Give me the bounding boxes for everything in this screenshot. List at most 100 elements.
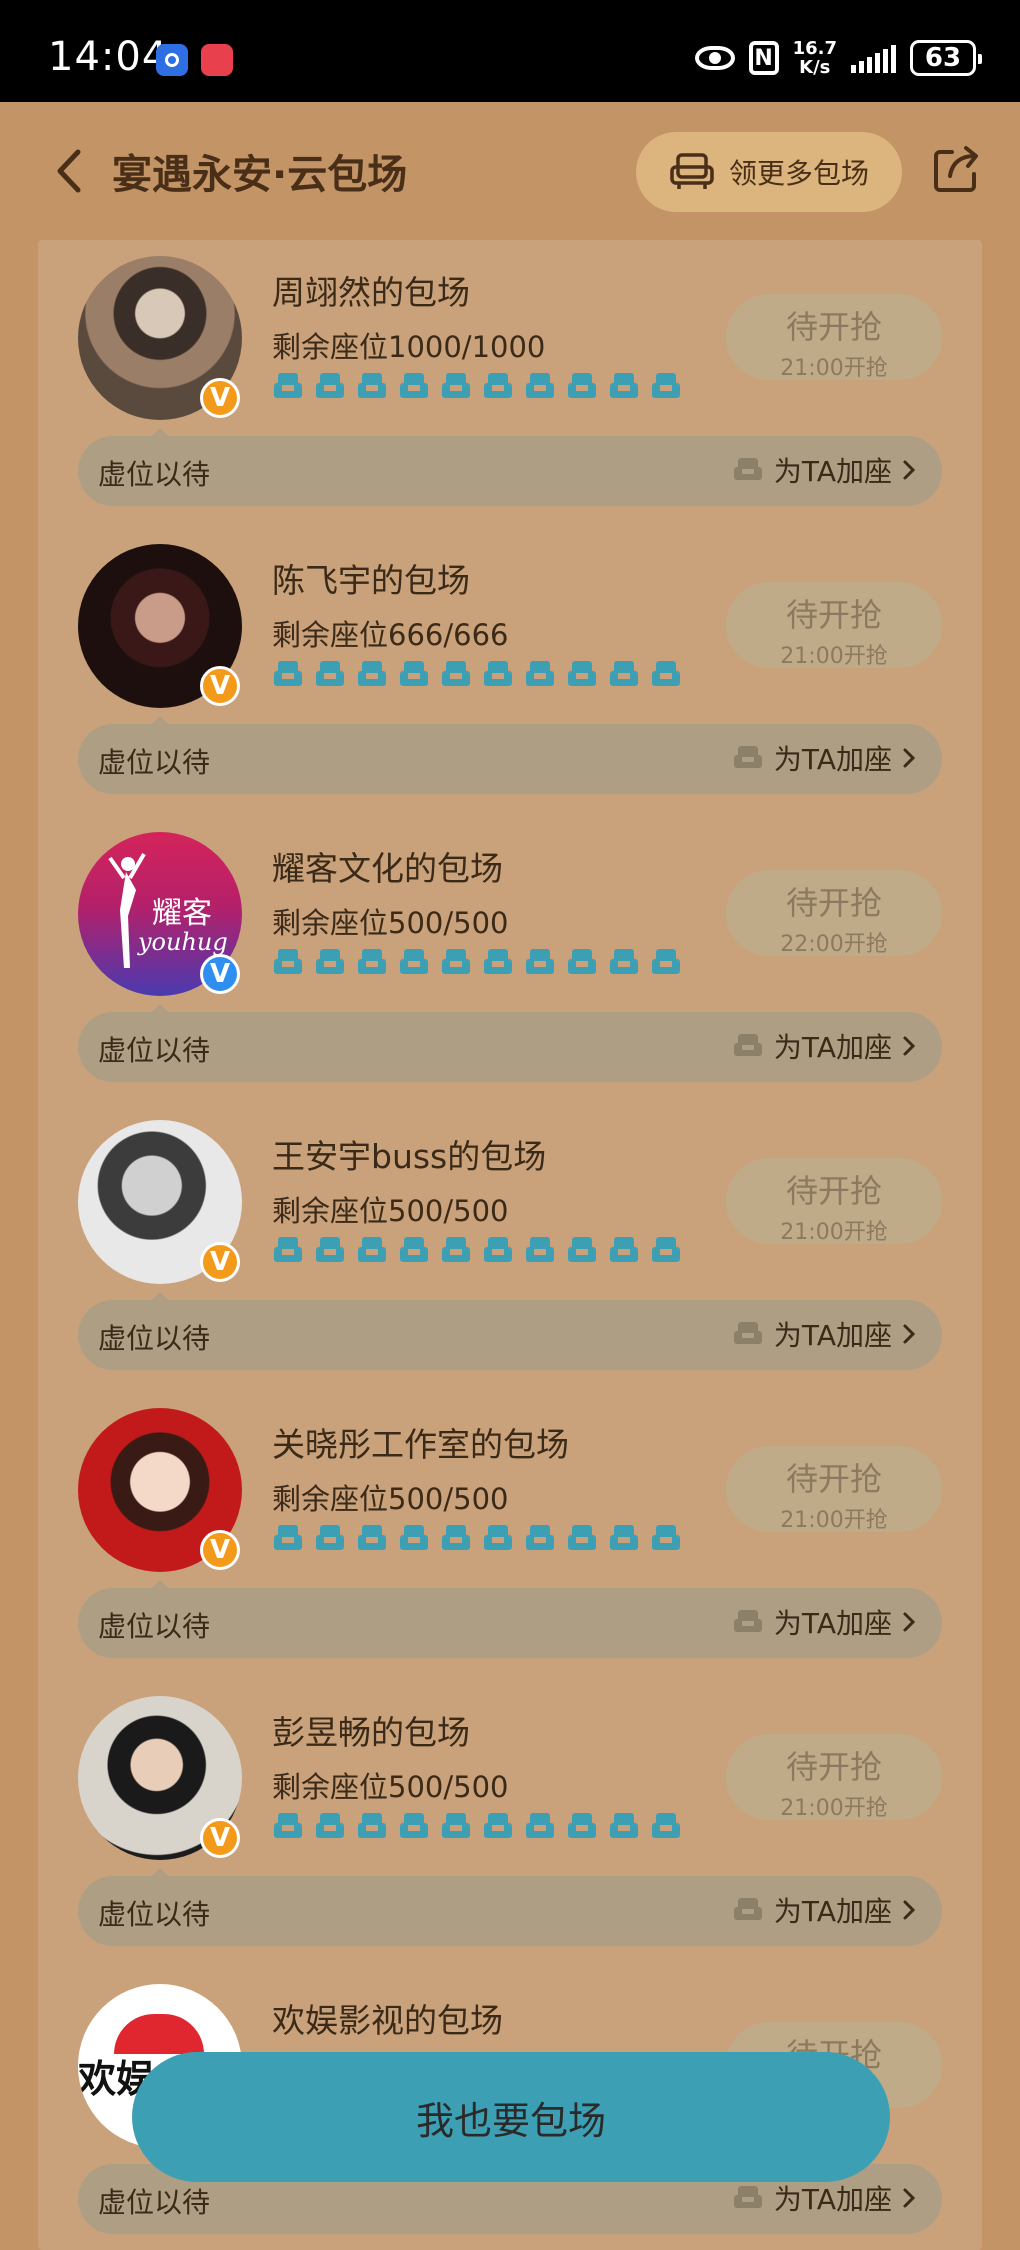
- seat-icon: [568, 1813, 596, 1838]
- seat-icon: [400, 661, 428, 686]
- status-bar: 14:04 N 16.7 K/s 63: [0, 0, 1020, 102]
- screening-card[interactable]: V 彭昱畅的包场 剩余座位500/500 待开抢 21:00开抢 虚位以待 为T…: [0, 1680, 1020, 1968]
- seat-icon: [442, 1237, 470, 1262]
- add-seat-bar[interactable]: 虚位以待 为TA加座: [78, 436, 942, 506]
- seat-icon: [733, 1034, 762, 1056]
- remaining-seats: 剩余座位500/500: [272, 1770, 509, 1804]
- chevron-right-icon: [903, 460, 916, 480]
- vacant-label: 虚位以待: [98, 458, 211, 491]
- add-seat-bar[interactable]: 虚位以待 为TA加座: [78, 1588, 942, 1658]
- grab-time: 21:00开抢: [780, 644, 888, 669]
- remaining-seats: 剩余座位500/500: [272, 1482, 509, 1516]
- add-seat-bar[interactable]: 虚位以待 为TA加座: [78, 1012, 942, 1082]
- card-title: 欢娱影视的包场: [272, 2001, 503, 2040]
- add-seat-link[interactable]: 为TA加座: [732, 450, 916, 490]
- remaining-seats: 剩余座位500/500: [272, 906, 509, 940]
- screening-card[interactable]: V 关晓彤工作室的包场 剩余座位500/500 待开抢 21:00开抢 虚位以待…: [0, 1392, 1020, 1680]
- grab-label: 待开抢: [785, 1460, 882, 1498]
- seat-icon: [400, 1525, 428, 1550]
- seat-icon: [526, 1525, 554, 1550]
- grab-button[interactable]: 待开抢 21:00开抢: [726, 1158, 942, 1245]
- seat-icon: [400, 373, 428, 398]
- vacant-label: 虚位以待: [98, 1610, 211, 1643]
- grab-time: 21:00开抢: [780, 1508, 888, 1533]
- nfc-icon: N: [748, 41, 779, 75]
- vacant-label: 虚位以待: [98, 1898, 211, 1931]
- chevron-right-icon: [903, 1612, 916, 1632]
- card-title: 关晓彤工作室的包场: [272, 1425, 569, 1464]
- network-speed-value: 16.7: [792, 38, 837, 59]
- seat-icon: [358, 1237, 386, 1262]
- seat-icon: [652, 373, 680, 398]
- grab-label: 待开抢: [785, 596, 882, 634]
- seat-icon: [610, 1237, 638, 1262]
- seat-icon: [733, 1322, 762, 1344]
- grab-button[interactable]: 待开抢 21:00开抢: [726, 1446, 942, 1533]
- more-screenings-button[interactable]: 领更多包场: [636, 132, 902, 212]
- seat-icon: [358, 1525, 386, 1550]
- verified-badge: V: [200, 666, 240, 706]
- add-seat-bar[interactable]: 虚位以待 为TA加座: [78, 1876, 942, 1946]
- seat-icon: [568, 661, 596, 686]
- seat-icon: [526, 1237, 554, 1262]
- seat-icon: [652, 1813, 680, 1838]
- download-app-icon: [156, 44, 188, 76]
- grab-button[interactable]: 待开抢 21:00开抢: [726, 582, 942, 669]
- grab-label: 待开抢: [785, 1172, 882, 1210]
- seat-icon: [652, 661, 680, 686]
- grab-button[interactable]: 待开抢 22:00开抢: [726, 870, 942, 957]
- add-seat-bar[interactable]: 虚位以待 为TA加座: [78, 1300, 942, 1370]
- seat-icon: [274, 1813, 302, 1838]
- add-seat-label: 为TA加座: [773, 1031, 892, 1064]
- seat-icon: [274, 1525, 302, 1550]
- seat-icon: [526, 661, 554, 686]
- seat-icon: [442, 373, 470, 398]
- seat-icon: [484, 1237, 512, 1262]
- seat-icon: [442, 1525, 470, 1550]
- screening-card[interactable]: 耀客 youhug V 耀客文化的包场 剩余座位500/500 待开抢 22:0…: [0, 816, 1020, 1104]
- add-seat-link[interactable]: 为TA加座: [732, 1314, 916, 1354]
- add-seat-link[interactable]: 为TA加座: [732, 1890, 916, 1930]
- seat-icon: [358, 661, 386, 686]
- add-seat-link[interactable]: 为TA加座: [732, 1026, 916, 1066]
- back-arrow-icon[interactable]: [50, 146, 90, 196]
- avatar-logo-subtext: youhug: [138, 928, 228, 956]
- add-seat-label: 为TA加座: [773, 455, 892, 488]
- screening-card[interactable]: V 陈飞宇的包场 剩余座位666/666 待开抢 21:00开抢 虚位以待 为T…: [0, 528, 1020, 816]
- eye-protection-icon: [694, 46, 735, 70]
- add-seat-link[interactable]: 为TA加座: [732, 738, 916, 778]
- seat-icon: [442, 949, 470, 974]
- grab-button[interactable]: 待开抢 21:00开抢: [726, 1734, 942, 1821]
- seat-icon: [526, 373, 554, 398]
- seat-row: [272, 370, 682, 402]
- seat-icon: [484, 661, 512, 686]
- chevron-right-icon: [903, 1324, 916, 1344]
- grab-button[interactable]: 待开抢 21:00开抢: [726, 294, 942, 381]
- verified-badge: V: [200, 954, 240, 994]
- seat-icon: [733, 458, 762, 480]
- network-speed-unit: K/s: [799, 57, 831, 78]
- seat-icon: [358, 1813, 386, 1838]
- vacant-label: 虚位以待: [98, 746, 211, 779]
- screening-card[interactable]: V 周翊然的包场 剩余座位1000/1000 待开抢 21:00开抢 虚位以待 …: [0, 240, 1020, 528]
- add-seat-bar[interactable]: 虚位以待 为TA加座: [78, 724, 942, 794]
- screening-card[interactable]: V 王安宇buss的包场 剩余座位500/500 待开抢 21:00开抢 虚位以…: [0, 1104, 1020, 1392]
- seat-icon: [568, 949, 596, 974]
- seat-icon: [358, 373, 386, 398]
- seat-icon: [568, 1525, 596, 1550]
- card-title: 陈飞宇的包场: [272, 561, 470, 600]
- chevron-right-icon: [903, 1900, 916, 1920]
- card-title: 彭昱畅的包场: [272, 1713, 470, 1752]
- seat-row: [272, 946, 682, 978]
- request-screening-label: 我也要包场: [415, 2098, 606, 2143]
- add-seat-link[interactable]: 为TA加座: [732, 1602, 916, 1642]
- seat-icon: [484, 949, 512, 974]
- status-time: 14:04: [48, 34, 169, 80]
- seat-icon: [526, 949, 554, 974]
- seat-icon: [526, 1813, 554, 1838]
- seat-icon: [400, 949, 428, 974]
- seat-icon: [652, 1237, 680, 1262]
- request-screening-button[interactable]: 我也要包场: [132, 2052, 890, 2182]
- share-icon[interactable]: [930, 144, 982, 196]
- add-seat-link[interactable]: 为TA加座: [732, 2178, 916, 2218]
